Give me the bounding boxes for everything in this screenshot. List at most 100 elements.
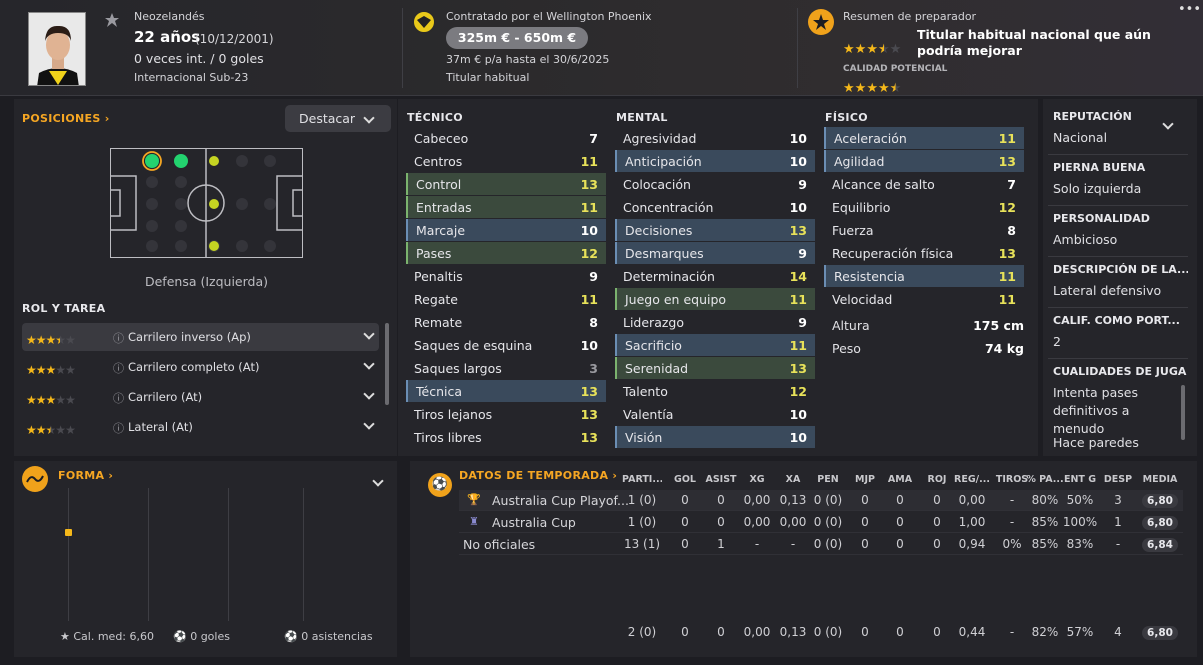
attribute-row[interactable]: Fuerza 8 <box>824 219 1024 241</box>
attribute-row[interactable]: Remate 8 <box>406 311 606 333</box>
height-label: Altura <box>832 318 870 333</box>
player-photo[interactable] <box>28 12 86 86</box>
attribute-value: 13 <box>580 176 598 192</box>
attribute-row[interactable]: Decisiones 13 <box>615 219 815 241</box>
position-label: Defensa (Izquierda) <box>144 274 268 289</box>
attribute-row[interactable]: Entradas 11 <box>406 196 606 218</box>
role-item[interactable]: ★★★★★ ⓘ Carrilero (At) <box>22 383 379 411</box>
attribute-row[interactable]: Liderazgo 9 <box>615 311 815 333</box>
attribute-row[interactable]: Anticipación 10 <box>615 150 815 172</box>
attribute-row[interactable]: Tiros lejanos 13 <box>406 403 606 425</box>
attribute-name: Saques de esquina <box>414 337 533 353</box>
wage-contract: 37m € p/a hasta el 30/6/2025 <box>446 53 610 66</box>
role-item[interactable]: ★★★★★ ⓘ Carrilero inverso (Ap) <box>22 323 379 351</box>
attribute-name: Colocación <box>623 176 691 192</box>
attribute-row[interactable]: Talento 12 <box>615 380 815 402</box>
competition-name[interactable]: Australia Cup Playof... <box>492 493 629 508</box>
attribute-row[interactable]: Colocación 9 <box>615 173 815 195</box>
role-item[interactable]: ★★★★★ ⓘ Carrilero completo (At) <box>22 353 379 381</box>
season-header[interactable]: ASIST <box>701 474 741 485</box>
season-header[interactable]: ENT G <box>1060 474 1100 485</box>
season-header[interactable]: PEN <box>808 474 848 485</box>
form-title[interactable]: FORMA › <box>58 469 113 482</box>
star-icon: ★ <box>35 363 47 377</box>
season-cell: 0,94 <box>958 537 986 551</box>
season-header[interactable]: PARTI... <box>622 474 662 485</box>
season-header[interactable]: XG <box>737 474 777 485</box>
info-icon[interactable]: ⓘ <box>113 330 124 346</box>
season-header[interactable]: MEDIA <box>1140 474 1180 485</box>
attribute-row[interactable]: Agresividad 10 <box>615 127 815 149</box>
chevron-down-icon[interactable] <box>363 328 375 340</box>
attribute-name: Agresividad <box>623 130 697 146</box>
attribute-row[interactable]: Desmarques 9 <box>615 242 815 264</box>
season-header[interactable]: XA <box>773 474 813 485</box>
role-item[interactable]: ★★★★★ ⓘ Lateral (At) <box>22 413 379 441</box>
info-icon[interactable]: ⓘ <box>113 420 124 436</box>
season-header[interactable]: % PA... <box>1025 474 1065 485</box>
attribute-row[interactable]: Saques largos 3 <box>406 357 606 379</box>
season-title[interactable]: DATOS DE TEMPORADA › <box>459 469 617 482</box>
role-stars: ★★★★★ <box>26 419 76 438</box>
attribute-value: 11 <box>789 291 807 307</box>
attribute-row[interactable]: Aceleración 11 <box>824 127 1024 149</box>
chevron-down-icon[interactable] <box>363 388 375 400</box>
attribute-row[interactable]: Velocidad 11 <box>824 288 1024 310</box>
attribute-value: 11 <box>789 337 807 353</box>
attribute-value: 12 <box>580 245 598 261</box>
attribute-row[interactable]: Equilibrio 12 <box>824 196 1024 218</box>
attribute-row[interactable]: Saques de esquina 10 <box>406 334 606 356</box>
season-header[interactable]: ROJ <box>917 474 957 485</box>
attribute-row[interactable]: Serenidad 13 <box>615 357 815 379</box>
roles-scrollbar[interactable] <box>385 323 389 405</box>
attribute-row[interactable]: Regate 11 <box>406 288 606 310</box>
attribute-row[interactable]: Pases 12 <box>406 242 606 264</box>
attribute-row[interactable]: Tiros libres 13 <box>406 426 606 448</box>
info-scrollbar[interactable] <box>1181 385 1185 440</box>
star-icon: ★ <box>65 423 76 437</box>
season-header[interactable]: MJP <box>845 474 885 485</box>
chevron-down-icon[interactable] <box>363 418 375 430</box>
star-icon: ★ <box>65 363 76 377</box>
season-header[interactable]: GOL <box>665 474 705 485</box>
attribute-row[interactable]: Alcance de salto 7 <box>824 173 1024 195</box>
attribute-row[interactable]: Centros 11 <box>406 150 606 172</box>
attribute-row[interactable]: Determinación 14 <box>615 265 815 287</box>
attribute-row[interactable]: Técnica 13 <box>406 380 606 402</box>
star-icon: ★ <box>55 363 66 377</box>
attribute-row[interactable]: Agilidad 13 <box>824 150 1024 172</box>
technical-title: TÉCNICO <box>407 111 463 124</box>
star-icon: ★ <box>854 42 867 57</box>
club-badge-icon[interactable] <box>412 10 436 34</box>
role-stars: ★★★★★ <box>26 359 76 378</box>
positions-title[interactable]: POSICIONES › <box>22 112 110 125</box>
season-icon: ⚽ <box>428 473 452 497</box>
attribute-row[interactable]: Resistencia 11 <box>824 265 1024 287</box>
attribute-value: 10 <box>580 222 598 238</box>
attribute-row[interactable]: Cabeceo 7 <box>406 127 606 149</box>
highlight-dropdown[interactable]: Destacar <box>285 105 391 132</box>
season-header[interactable]: REG/... <box>952 474 992 485</box>
attribute-row[interactable]: Concentración 10 <box>615 196 815 218</box>
form-point[interactable] <box>65 529 72 536</box>
competition-name[interactable]: No oficiales <box>463 537 535 552</box>
attribute-row[interactable]: Control 13 <box>406 173 606 195</box>
new-zealand-flag-icon <box>104 12 120 28</box>
attribute-row[interactable]: Penaltis 9 <box>406 265 606 287</box>
attribute-row[interactable]: Valentía 10 <box>615 403 815 425</box>
attribute-row[interactable]: Visión 10 <box>615 426 815 448</box>
attribute-row[interactable]: Juego en equipo 11 <box>615 288 815 310</box>
attribute-row[interactable]: Sacrificio 11 <box>615 334 815 356</box>
season-header[interactable]: DESP <box>1098 474 1138 485</box>
season-header[interactable]: AMA <box>880 474 920 485</box>
attribute-row[interactable]: Recuperación física 13 <box>824 242 1024 264</box>
star-icon: ★ <box>889 42 902 57</box>
attribute-row[interactable]: Marcaje 10 <box>406 219 606 241</box>
value-badge[interactable]: 325m € - 650m € <box>446 27 588 49</box>
info-icon[interactable]: ⓘ <box>113 360 124 376</box>
info-icon[interactable]: ⓘ <box>113 390 124 406</box>
chevron-down-icon[interactable] <box>363 358 375 370</box>
competition-name[interactable]: Australia Cup <box>492 515 576 530</box>
more-options-icon[interactable]: ••• <box>1178 2 1201 18</box>
info-value: Solo izquierda <box>1053 181 1142 196</box>
